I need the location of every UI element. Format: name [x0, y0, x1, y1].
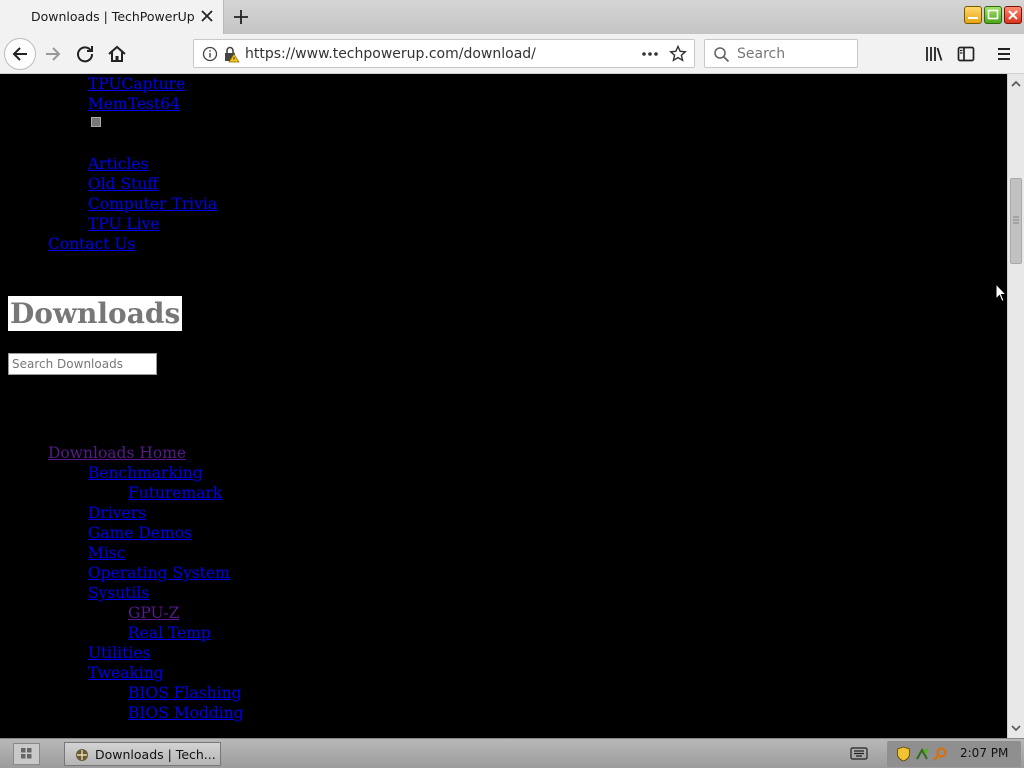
info-icon[interactable]: [202, 46, 218, 62]
new-tab-icon[interactable]: [230, 6, 252, 28]
title-bar: Downloads | TechPowerUp: [0, 0, 1024, 34]
taskbar-window-label: Downloads | Tech...: [95, 747, 216, 762]
search-bar[interactable]: Search: [704, 39, 858, 68]
link-game-demos[interactable]: Game Demos: [88, 523, 192, 543]
sidebar-icon[interactable]: [956, 44, 976, 64]
link-bios-flashing[interactable]: BIOS Flashing: [128, 683, 242, 703]
link-operating-system[interactable]: Operating System: [88, 563, 230, 583]
page-actions-icon[interactable]: [640, 46, 660, 62]
link-benchmarking[interactable]: Benchmarking: [88, 463, 203, 483]
link-misc[interactable]: Misc: [88, 543, 125, 563]
clock: 2:07 PM: [960, 746, 1009, 760]
scroll-down-icon[interactable]: [1008, 720, 1024, 736]
link-articles[interactable]: Articles: [88, 154, 149, 174]
techpowerup-favicon-icon: [76, 749, 88, 761]
search-icon: [714, 47, 730, 63]
tab-title: Downloads | TechPowerUp: [31, 9, 195, 24]
link-bios-modding[interactable]: BIOS Modding: [128, 703, 244, 723]
link-futuremark[interactable]: Futuremark: [128, 483, 222, 503]
link-memtest64[interactable]: MemTest64: [88, 94, 180, 114]
close-window-icon[interactable]: [1004, 6, 1022, 24]
link-contact-us[interactable]: Contact Us: [48, 234, 136, 254]
taskbar: Downloads | Tech... 2:07 PM: [0, 738, 1024, 768]
back-icon: [12, 47, 27, 61]
link-old-stuff[interactable]: Old Stuff: [88, 174, 158, 194]
link-downloads-home[interactable]: Downloads Home: [48, 443, 186, 463]
home-icon[interactable]: [102, 39, 132, 69]
search-downloads-input[interactable]: Search Downloads: [8, 353, 157, 375]
mouse-cursor-icon: [995, 283, 1007, 303]
link-tpu-live[interactable]: TPU Live: [88, 214, 160, 234]
search-tool-icon[interactable]: [932, 746, 948, 762]
page-title: Downloads: [8, 296, 183, 331]
link-computer-trivia[interactable]: Computer Trivia: [88, 194, 217, 214]
link-tweaking[interactable]: Tweaking: [88, 663, 164, 683]
vertical-scrollbar[interactable]: [1007, 74, 1024, 738]
search-placeholder: Search: [737, 46, 786, 62]
lock-warning-icon[interactable]: [222, 45, 240, 63]
url-bar[interactable]: https://www.techpowerup.com/download/: [193, 39, 695, 68]
scrollbar-thumb[interactable]: [1010, 178, 1022, 264]
network-icon[interactable]: [914, 746, 930, 762]
taskbar-window-button[interactable]: Downloads | Tech...: [64, 742, 221, 766]
scroll-up-icon[interactable]: [1008, 76, 1024, 92]
forward-icon[interactable]: [38, 39, 68, 69]
library-icon[interactable]: [924, 44, 944, 64]
link-tpucapture[interactable]: TPUCapture: [88, 74, 185, 94]
shield-icon[interactable]: [896, 746, 911, 762]
minimize-icon[interactable]: [964, 6, 982, 24]
navigation-toolbar: https://www.techpowerup.com/download/ Se…: [0, 34, 1024, 74]
link-gpu-z[interactable]: GPU-Z: [128, 603, 179, 623]
start-menu-button[interactable]: [13, 743, 40, 765]
url-text: https://www.techpowerup.com/download/: [245, 46, 536, 62]
bookmark-star-icon[interactable]: [669, 45, 687, 63]
back-button[interactable]: [4, 38, 36, 70]
link-sysutils[interactable]: Sysutils: [88, 583, 149, 603]
link-drivers[interactable]: Drivers: [88, 503, 146, 523]
grid-icon: [21, 748, 32, 759]
page-content: TPUCapture MemTest64 Articles Old Stuff …: [0, 74, 1007, 738]
list-bullet-icon: [91, 117, 101, 127]
browser-tab[interactable]: Downloads | TechPowerUp: [0, 0, 224, 34]
link-real-temp[interactable]: Real Temp: [128, 623, 211, 643]
menu-icon[interactable]: [994, 44, 1014, 64]
grip-icon: [1013, 216, 1019, 224]
maximize-icon[interactable]: [984, 6, 1002, 24]
window-controls: [964, 6, 1022, 26]
link-utilities[interactable]: Utilities: [88, 643, 150, 663]
close-tab-icon[interactable]: [198, 7, 216, 25]
keyboard-icon[interactable]: [850, 746, 868, 762]
reload-icon[interactable]: [70, 39, 100, 69]
